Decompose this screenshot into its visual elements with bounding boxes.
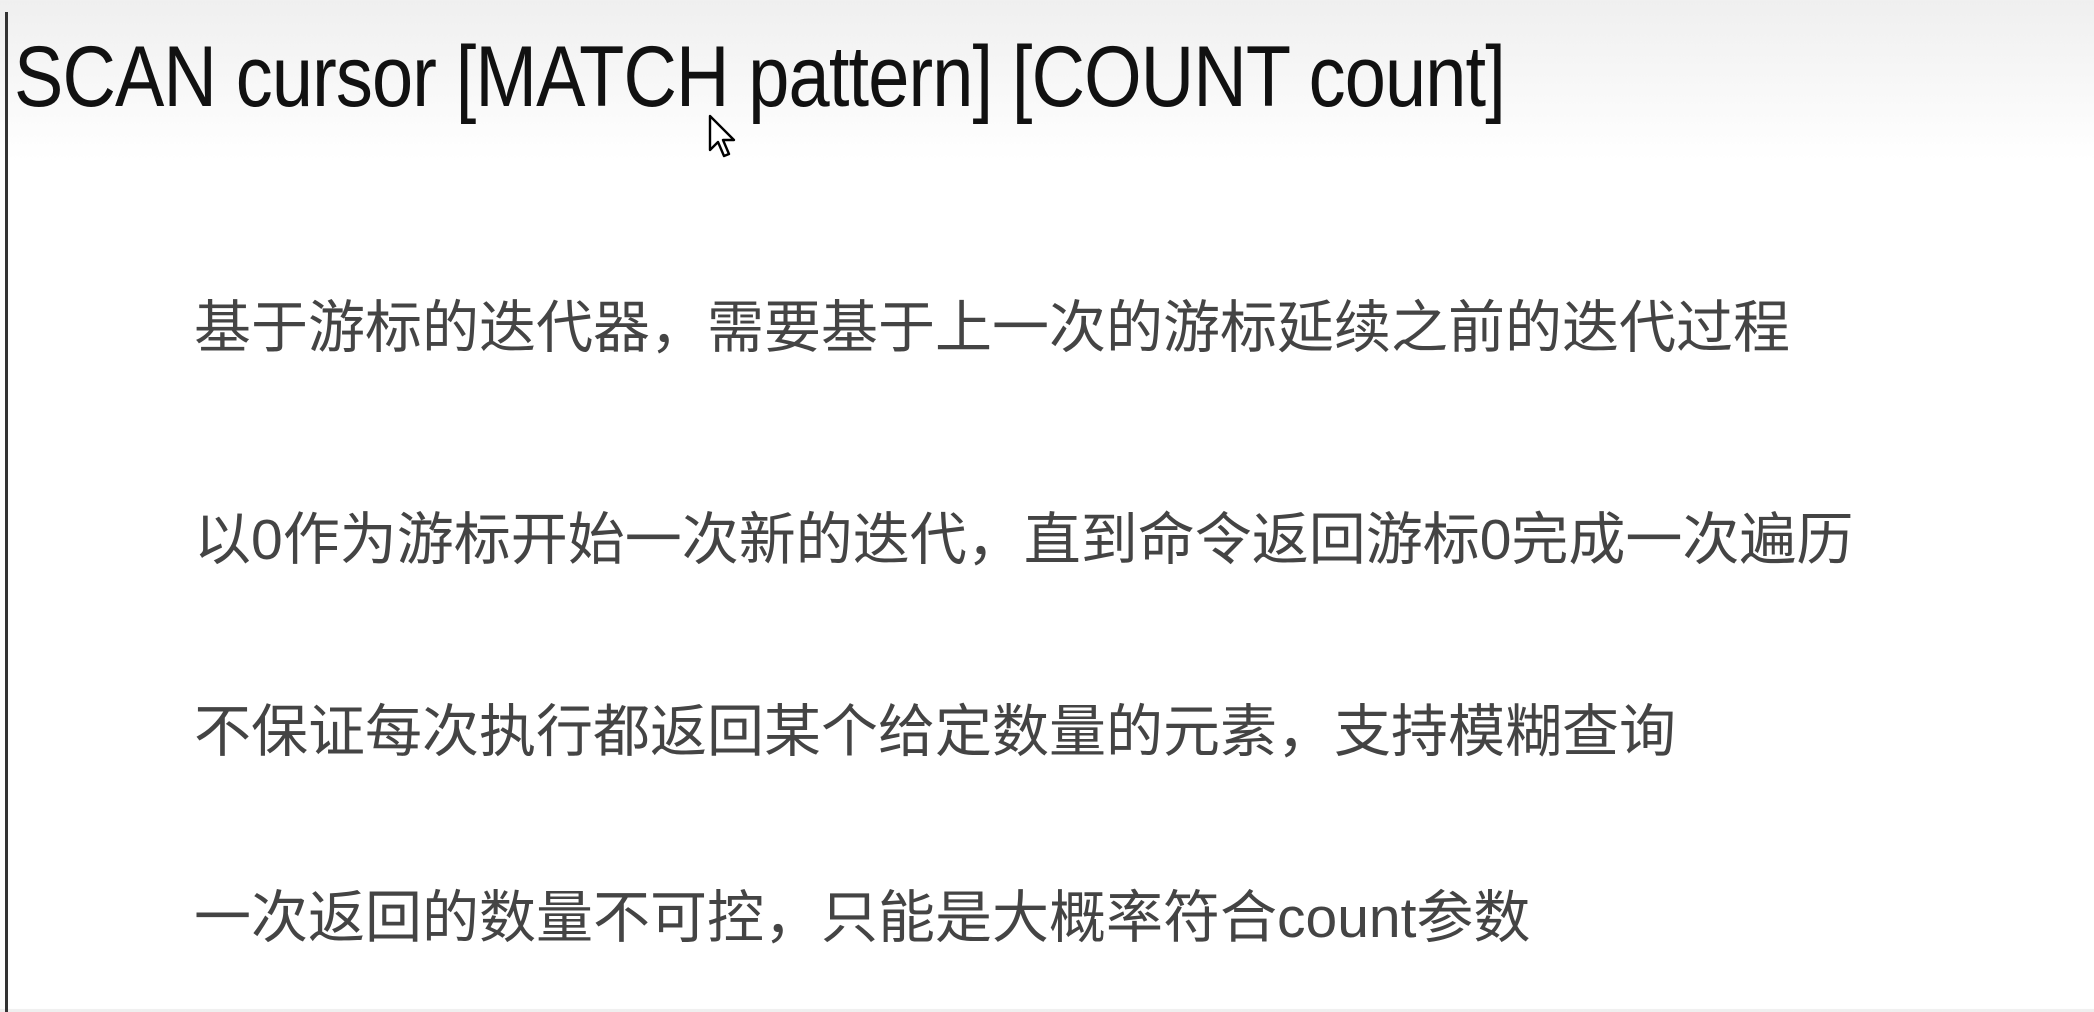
bullet-line-4: 一次返回的数量不可控，只能是大概率符合count参数	[194, 886, 1531, 950]
mouse-pointer-icon	[708, 114, 736, 158]
bullet-line-2: 以0作为游标开始一次新的迭代，直到命令返回游标0完成一次遍历	[194, 508, 1854, 572]
slide-title: SCAN cursor [MATCH pattern] [COUNT count…	[14, 29, 1506, 125]
left-border	[5, 12, 8, 1012]
bullet-line-3: 不保证每次执行都返回某个给定数量的元素，支持模糊查询	[194, 700, 1676, 764]
bullet-line-1: 基于游标的迭代器，需要基于上一次的游标延续之前的迭代过程	[194, 296, 1790, 360]
